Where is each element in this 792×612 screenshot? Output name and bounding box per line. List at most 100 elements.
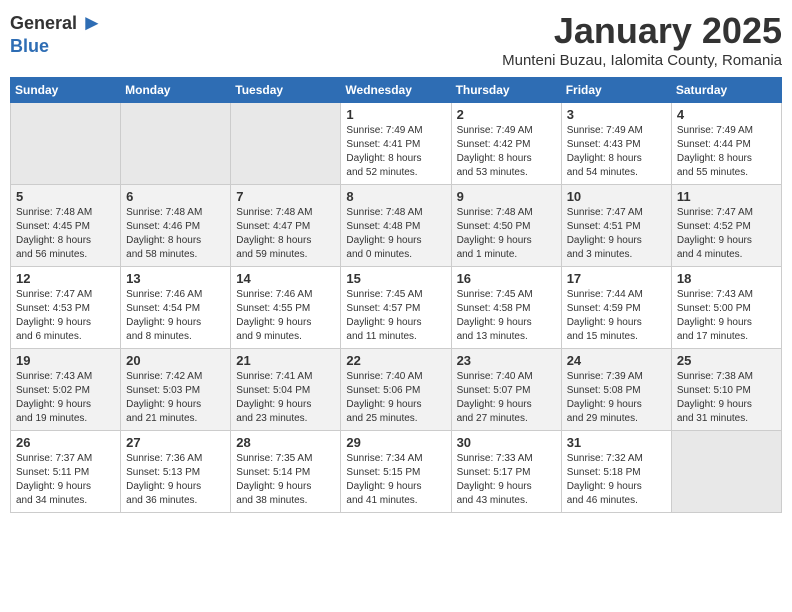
day-info: Sunrise: 7:36 AM Sunset: 5:13 PM Dayligh… xyxy=(126,452,225,508)
day-number: 23 xyxy=(457,353,556,368)
days-of-week-row: SundayMondayTuesdayWednesdayThursdayFrid… xyxy=(11,78,782,103)
day-info: Sunrise: 7:43 AM Sunset: 5:00 PM Dayligh… xyxy=(677,288,776,344)
calendar-cell: 2 Sunrise: 7:49 AM Sunset: 4:42 PM Daylig… xyxy=(451,103,561,185)
day-info: Sunrise: 7:44 AM Sunset: 4:59 PM Dayligh… xyxy=(567,288,666,344)
calendar-cell: 10 Sunrise: 7:47 AM Sunset: 4:51 PM Dayli… xyxy=(561,185,671,267)
logo-bird-icon: ► xyxy=(81,10,103,36)
day-number: 4 xyxy=(677,107,776,122)
day-number: 13 xyxy=(126,271,225,286)
day-number: 18 xyxy=(677,271,776,286)
calendar-week-5: 26 Sunrise: 7:37 AM Sunset: 5:11 PM Dayli… xyxy=(11,431,782,513)
day-number: 29 xyxy=(346,435,445,450)
page-header: General ► Blue January 2025 Munteni Buza… xyxy=(10,10,782,69)
day-number: 6 xyxy=(126,189,225,204)
calendar-cell xyxy=(11,103,121,185)
day-number: 2 xyxy=(457,107,556,122)
day-info: Sunrise: 7:34 AM Sunset: 5:15 PM Dayligh… xyxy=(346,452,445,508)
day-number: 22 xyxy=(346,353,445,368)
calendar-cell: 19 Sunrise: 7:43 AM Sunset: 5:02 PM Dayli… xyxy=(11,349,121,431)
calendar-cell: 9 Sunrise: 7:48 AM Sunset: 4:50 PM Daylig… xyxy=(451,185,561,267)
day-number: 19 xyxy=(16,353,115,368)
day-info: Sunrise: 7:48 AM Sunset: 4:50 PM Dayligh… xyxy=(457,206,556,262)
logo: General ► Blue xyxy=(10,10,103,57)
day-info: Sunrise: 7:35 AM Sunset: 5:14 PM Dayligh… xyxy=(236,452,335,508)
day-info: Sunrise: 7:40 AM Sunset: 5:06 PM Dayligh… xyxy=(346,370,445,426)
calendar-cell: 7Sunrise: 7:48 AM Sunset: 4:47 PM Daylig… xyxy=(231,185,341,267)
day-header-monday: Monday xyxy=(121,78,231,103)
calendar-cell: 11 Sunrise: 7:47 AM Sunset: 4:52 PM Dayli… xyxy=(671,185,781,267)
calendar-cell xyxy=(231,103,341,185)
calendar-cell: 22 Sunrise: 7:40 AM Sunset: 5:06 PM Dayli… xyxy=(341,349,451,431)
calendar-cell: 29 Sunrise: 7:34 AM Sunset: 5:15 PM Dayli… xyxy=(341,431,451,513)
calendar-cell: 6Sunrise: 7:48 AM Sunset: 4:46 PM Daylig… xyxy=(121,185,231,267)
day-info: Sunrise: 7:47 AM Sunset: 4:52 PM Dayligh… xyxy=(677,206,776,262)
day-info: Sunrise: 7:47 AM Sunset: 4:51 PM Dayligh… xyxy=(567,206,666,262)
day-info: Sunrise: 7:40 AM Sunset: 5:07 PM Dayligh… xyxy=(457,370,556,426)
day-header-saturday: Saturday xyxy=(671,78,781,103)
day-info: Sunrise: 7:46 AM Sunset: 4:54 PM Dayligh… xyxy=(126,288,225,344)
month-title: January 2025 xyxy=(502,10,782,52)
day-info: Sunrise: 7:45 AM Sunset: 4:57 PM Dayligh… xyxy=(346,288,445,344)
day-number: 3 xyxy=(567,107,666,122)
day-number: 25 xyxy=(677,353,776,368)
day-number: 9 xyxy=(457,189,556,204)
day-number: 1 xyxy=(346,107,445,122)
day-number: 5 xyxy=(16,189,115,204)
calendar-header: SundayMondayTuesdayWednesdayThursdayFrid… xyxy=(11,78,782,103)
calendar-cell: 8Sunrise: 7:48 AM Sunset: 4:48 PM Daylig… xyxy=(341,185,451,267)
calendar-week-2: 5 Sunrise: 7:48 AM Sunset: 4:45 PM Daylig… xyxy=(11,185,782,267)
day-info: Sunrise: 7:49 AM Sunset: 4:43 PM Dayligh… xyxy=(567,124,666,180)
day-header-friday: Friday xyxy=(561,78,671,103)
day-number: 11 xyxy=(677,189,776,204)
calendar-cell: 30 Sunrise: 7:33 AM Sunset: 5:17 PM Dayli… xyxy=(451,431,561,513)
day-number: 26 xyxy=(16,435,115,450)
calendar-week-4: 19 Sunrise: 7:43 AM Sunset: 5:02 PM Dayli… xyxy=(11,349,782,431)
day-number: 28 xyxy=(236,435,335,450)
day-number: 10 xyxy=(567,189,666,204)
calendar-cell: 21Sunrise: 7:41 AM Sunset: 5:04 PM Dayli… xyxy=(231,349,341,431)
day-info: Sunrise: 7:46 AM Sunset: 4:55 PM Dayligh… xyxy=(236,288,335,344)
day-number: 30 xyxy=(457,435,556,450)
calendar-cell: 23 Sunrise: 7:40 AM Sunset: 5:07 PM Dayli… xyxy=(451,349,561,431)
calendar-cell: 16 Sunrise: 7:45 AM Sunset: 4:58 PM Dayli… xyxy=(451,267,561,349)
day-info: Sunrise: 7:43 AM Sunset: 5:02 PM Dayligh… xyxy=(16,370,115,426)
day-info: Sunrise: 7:49 AM Sunset: 4:44 PM Dayligh… xyxy=(677,124,776,180)
day-number: 15 xyxy=(346,271,445,286)
day-number: 16 xyxy=(457,271,556,286)
calendar-cell: 26 Sunrise: 7:37 AM Sunset: 5:11 PM Dayli… xyxy=(11,431,121,513)
logo-general-text: General xyxy=(10,13,77,34)
calendar-cell xyxy=(121,103,231,185)
calendar-cell: 13 Sunrise: 7:46 AM Sunset: 4:54 PM Dayli… xyxy=(121,267,231,349)
day-number: 12 xyxy=(16,271,115,286)
day-info: Sunrise: 7:37 AM Sunset: 5:11 PM Dayligh… xyxy=(16,452,115,508)
calendar-cell: 24Sunrise: 7:39 AM Sunset: 5:08 PM Dayli… xyxy=(561,349,671,431)
calendar-week-3: 12Sunrise: 7:47 AM Sunset: 4:53 PM Dayli… xyxy=(11,267,782,349)
calendar-cell: 12Sunrise: 7:47 AM Sunset: 4:53 PM Dayli… xyxy=(11,267,121,349)
day-number: 27 xyxy=(126,435,225,450)
calendar-cell: 5 Sunrise: 7:48 AM Sunset: 4:45 PM Daylig… xyxy=(11,185,121,267)
calendar-cell: 20 Sunrise: 7:42 AM Sunset: 5:03 PM Dayli… xyxy=(121,349,231,431)
location-subtitle: Munteni Buzau, Ialomita County, Romania xyxy=(502,52,782,69)
calendar-cell: 31Sunrise: 7:32 AM Sunset: 5:18 PM Dayli… xyxy=(561,431,671,513)
day-info: Sunrise: 7:49 AM Sunset: 4:42 PM Dayligh… xyxy=(457,124,556,180)
day-header-tuesday: Tuesday xyxy=(231,78,341,103)
day-info: Sunrise: 7:33 AM Sunset: 5:17 PM Dayligh… xyxy=(457,452,556,508)
calendar-week-1: 1Sunrise: 7:49 AM Sunset: 4:41 PM Daylig… xyxy=(11,103,782,185)
calendar-cell xyxy=(671,431,781,513)
day-number: 20 xyxy=(126,353,225,368)
day-info: Sunrise: 7:45 AM Sunset: 4:58 PM Dayligh… xyxy=(457,288,556,344)
calendar-cell: 28 Sunrise: 7:35 AM Sunset: 5:14 PM Dayli… xyxy=(231,431,341,513)
day-info: Sunrise: 7:39 AM Sunset: 5:08 PM Dayligh… xyxy=(567,370,666,426)
day-info: Sunrise: 7:48 AM Sunset: 4:45 PM Dayligh… xyxy=(16,206,115,262)
day-info: Sunrise: 7:48 AM Sunset: 4:48 PM Dayligh… xyxy=(346,206,445,262)
day-info: Sunrise: 7:38 AM Sunset: 5:10 PM Dayligh… xyxy=(677,370,776,426)
calendar-cell: 18 Sunrise: 7:43 AM Sunset: 5:00 PM Dayli… xyxy=(671,267,781,349)
day-info: Sunrise: 7:42 AM Sunset: 5:03 PM Dayligh… xyxy=(126,370,225,426)
title-area: January 2025 Munteni Buzau, Ialomita Cou… xyxy=(502,10,782,69)
day-header-sunday: Sunday xyxy=(11,78,121,103)
day-info: Sunrise: 7:32 AM Sunset: 5:18 PM Dayligh… xyxy=(567,452,666,508)
calendar-cell: 14Sunrise: 7:46 AM Sunset: 4:55 PM Dayli… xyxy=(231,267,341,349)
calendar-cell: 4 Sunrise: 7:49 AM Sunset: 4:44 PM Daylig… xyxy=(671,103,781,185)
day-number: 7 xyxy=(236,189,335,204)
calendar-table: SundayMondayTuesdayWednesdayThursdayFrid… xyxy=(10,77,782,513)
